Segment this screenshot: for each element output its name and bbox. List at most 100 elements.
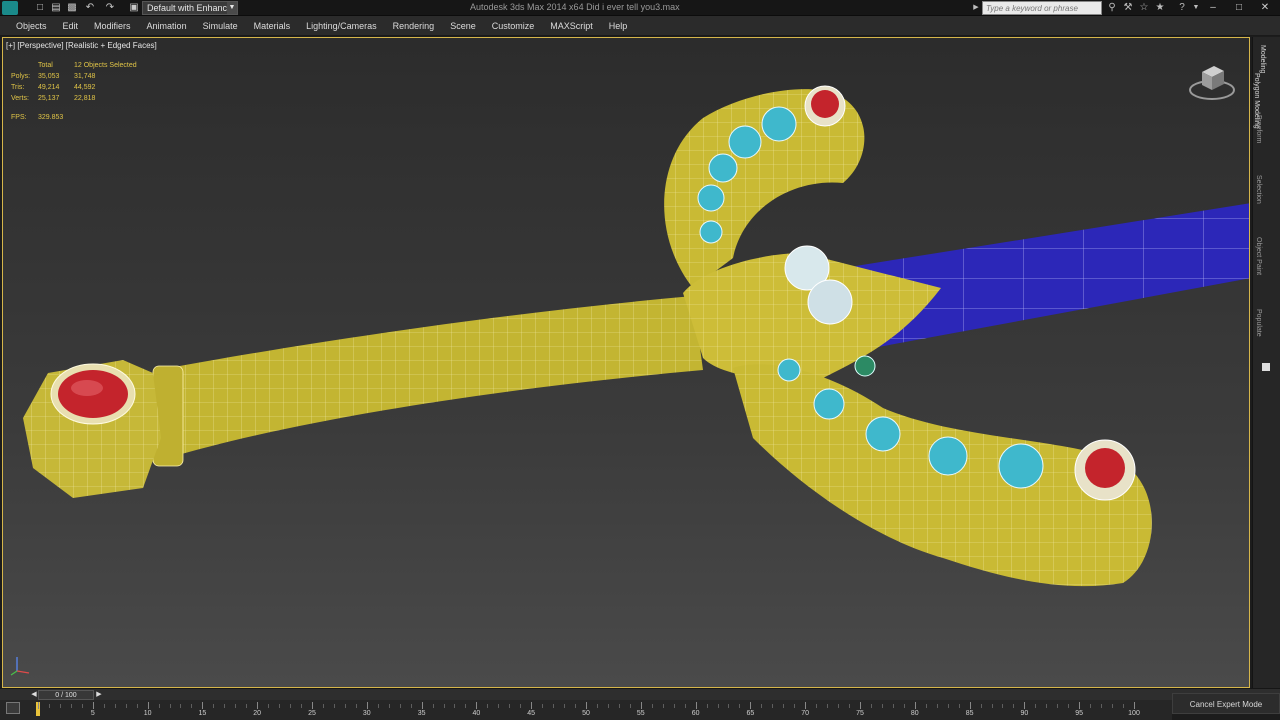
close-button[interactable]: ✕ <box>1252 0 1278 16</box>
timeline-tick <box>92 702 94 709</box>
timeline-tick <box>1123 704 1125 708</box>
workspace-dropdown[interactable]: Default with Enhance ▼ <box>142 1 238 15</box>
search-input[interactable] <box>982 1 1102 15</box>
timeline-tick-label: 70 <box>801 710 810 717</box>
perspective-viewport[interactable]: [+] [Perspective] [Realistic + Edged Fac… <box>2 37 1250 688</box>
timeline-tick <box>651 704 653 708</box>
app-logo-icon[interactable] <box>2 1 18 15</box>
menu-materials[interactable]: Materials <box>246 16 299 36</box>
redo-icon[interactable]: ↷ <box>104 2 116 14</box>
timeline-tick <box>881 704 883 708</box>
timeline-tick <box>761 704 763 708</box>
timeline-tick <box>202 702 204 709</box>
stats-row-tris: Tris: 49,214 44,592 <box>11 82 154 93</box>
timeline-tick <box>103 704 105 708</box>
favorites-icon[interactable]: ★ <box>1154 2 1166 14</box>
mini-curve-editor-icon[interactable] <box>6 702 20 714</box>
timeline-tick <box>158 704 160 708</box>
timeline-tick <box>322 704 324 708</box>
search-icon[interactable]: ⚲ <box>1106 2 1118 14</box>
track-bar[interactable]: 5 10 15 20 25 30 35 40 45 50 55 60 65 70 75 80 85 90 95 100 <box>0 700 1172 720</box>
timeline-tick <box>476 702 478 709</box>
tab-modeling[interactable]: Modeling <box>1259 45 1266 73</box>
communication-icon[interactable]: ☆ <box>1138 2 1150 14</box>
timeline-tick <box>838 704 840 708</box>
viewport-label[interactable]: [+] [Perspective] [Realistic + Edged Fac… <box>6 41 157 50</box>
timeline-tick <box>717 704 719 708</box>
new-file-icon[interactable]: □ <box>34 2 46 14</box>
tab-selection[interactable]: Selection <box>1255 175 1262 204</box>
timeline-tick <box>454 704 456 708</box>
timeline-tick <box>388 704 390 708</box>
timeline-tick <box>695 702 697 709</box>
time-slider[interactable]: ◀ 0 / 100 ▶ <box>0 688 1280 700</box>
timeline-tick <box>125 704 127 708</box>
timeline-tick <box>268 704 270 708</box>
timeline-tick-label: 45 <box>527 710 536 717</box>
timeline-tick <box>498 704 500 708</box>
stats-total: 25,137 <box>38 95 60 102</box>
timeline-tick <box>235 704 237 708</box>
menu-customize[interactable]: Customize <box>484 16 543 36</box>
timeline-tick <box>629 704 631 708</box>
axis-tripod-icon <box>10 657 30 676</box>
subscription-icon[interactable]: ⚒ <box>1122 2 1134 14</box>
timeline-tick <box>366 702 368 709</box>
timeline-tick <box>586 702 587 709</box>
viewcube-icon[interactable] <box>1187 58 1237 102</box>
fps-value: 329.853 <box>38 114 64 121</box>
project-folder-icon[interactable]: ▣ <box>128 2 140 14</box>
menu-maxscript[interactable]: MAXScript <box>542 16 601 36</box>
timeline-tick-label: 95 <box>1075 710 1084 717</box>
cancel-expert-mode-button[interactable]: Cancel Expert Mode <box>1172 693 1280 714</box>
minimize-button[interactable]: – <box>1200 0 1226 16</box>
timeline-tick <box>136 704 138 708</box>
menu-edit[interactable]: Edit <box>55 16 87 36</box>
timeline-tick <box>1079 702 1081 709</box>
tab-populate[interactable]: Populate <box>1255 309 1262 337</box>
timeline-tick <box>816 704 818 708</box>
timeline-tick <box>114 704 116 708</box>
timeline-tick <box>991 704 993 708</box>
timeline-tick <box>377 704 379 708</box>
timeline-tick <box>487 704 489 708</box>
timeline-tick <box>947 704 949 708</box>
timeline-tick <box>290 704 292 708</box>
timeline-tick <box>640 702 642 709</box>
frame-counter[interactable]: 0 / 100 <box>38 690 94 700</box>
timeline-tick <box>903 704 905 708</box>
timeline-tick <box>465 704 467 708</box>
ribbon-toggle-icon[interactable] <box>1262 363 1270 371</box>
menu-modifiers[interactable]: Modifiers <box>86 16 139 36</box>
undo-icon[interactable]: ↶ <box>84 2 96 14</box>
save-file-icon[interactable]: ▩ <box>66 2 78 14</box>
stats-selected: 22,818 <box>74 95 96 102</box>
help-icon[interactable]: ? <box>1176 2 1188 14</box>
timeline-tick-label: 85 <box>965 710 974 717</box>
timeline-tick <box>213 704 215 708</box>
sword-model[interactable] <box>3 38 1250 688</box>
timeline-tick-label: 20 <box>253 710 262 717</box>
menu-rendering[interactable]: Rendering <box>385 16 443 36</box>
stats-header-row: Total 12 Objects Selected <box>11 60 154 71</box>
menu-scene[interactable]: Scene <box>442 16 484 36</box>
timeline-tick-label: 60 <box>691 710 700 717</box>
prev-frame-icon[interactable]: ◀ <box>30 690 38 700</box>
play-icon[interactable]: ▶ <box>970 2 982 14</box>
menu-simulate[interactable]: Simulate <box>195 16 246 36</box>
timeline-tick <box>520 704 522 708</box>
timeline-tick <box>728 704 730 708</box>
menu-lighting-cameras[interactable]: Lighting/Cameras <box>298 16 385 36</box>
maximize-button[interactable]: □ <box>1226 0 1252 16</box>
tab-object-paint[interactable]: Object Paint <box>1255 237 1262 275</box>
timeline-tick <box>607 704 609 708</box>
next-frame-icon[interactable]: ▶ <box>95 690 103 700</box>
menu-animation[interactable]: Animation <box>139 16 195 36</box>
menu-help[interactable]: Help <box>601 16 636 36</box>
menu-objects[interactable]: Objects <box>8 16 55 36</box>
timeline-tick <box>421 702 423 709</box>
open-file-icon[interactable]: ▤ <box>50 2 62 14</box>
timeline-tick <box>169 704 171 708</box>
tab-freeform[interactable]: Freeform <box>1255 115 1262 143</box>
timeline-tick <box>750 702 752 709</box>
